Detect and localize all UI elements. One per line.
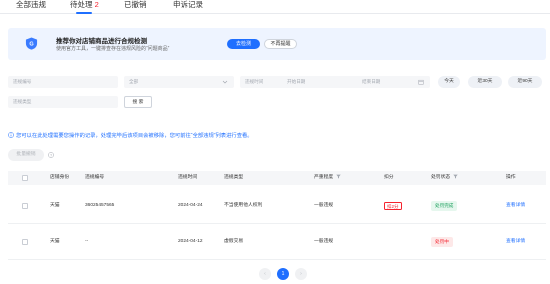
start-date-placeholder: 开始日期 <box>287 79 306 84</box>
last-30-days-button[interactable]: 近30天 <box>468 76 502 88</box>
status-badge: 处罚中 <box>431 237 453 247</box>
table-header: 店铺身份 违规编号 违规时间 违规类型 严重程度 扣分 处罚状态 操作 <box>8 171 546 185</box>
header-score: 扣分 <box>384 175 394 180</box>
violation-no-cell: 36025457565 <box>85 203 115 208</box>
status-badge: 处罚完成 <box>431 201 458 211</box>
header-shop: 店铺身份 <box>50 175 70 180</box>
score-badge: 扣2分 <box>384 202 402 210</box>
svg-text:G: G <box>29 42 33 48</box>
shield-check-icon: G <box>25 37 38 50</box>
active-tab-indicator <box>76 12 92 14</box>
shop-cell: 天猫 <box>50 239 60 244</box>
prev-page-button[interactable]: ‹ <box>259 268 271 280</box>
tab-revoked[interactable]: 已撤销 <box>124 0 147 10</box>
pending-count: 2 <box>94 0 99 9</box>
violation-time-range[interactable]: 违规时间 开始日期 结束日期 <box>240 76 430 88</box>
status-select-value: 全部 <box>129 79 139 84</box>
filter-icon[interactable] <box>453 174 458 179</box>
violation-type-cell: 不当使用他人权利 <box>224 203 263 208</box>
search-button[interactable]: 搜 索 <box>124 96 152 108</box>
next-page-button[interactable]: › <box>295 268 307 280</box>
header-status-label: 处罚状态 <box>431 175 451 180</box>
row-checkbox[interactable] <box>22 239 28 245</box>
violation-no-cell: -- <box>85 239 89 244</box>
dismiss-reminder-button[interactable]: 不再提醒 <box>264 39 297 49</box>
violation-time-cell: 2024-04-12 <box>178 239 203 244</box>
today-button[interactable]: 今天 <box>438 76 460 88</box>
violation-time-label: 违规时间 <box>245 79 264 84</box>
end-date-placeholder: 结束日期 <box>362 79 381 84</box>
header-status[interactable]: 处罚状态 <box>431 171 458 185</box>
table-row: 天猫 -- 2024-04-12 虚假交易 一般违规 处罚中 查看详情 <box>8 224 546 260</box>
go-check-button[interactable]: 去检测 <box>227 39 260 49</box>
tab-label: 申诉记录 <box>173 0 203 9</box>
batch-revoke-button[interactable]: 批量撤销 <box>8 149 44 161</box>
header-violation-type: 违规类型 <box>224 175 244 180</box>
severity-cell: 一般违规 <box>314 239 334 244</box>
violation-tabs: 全部违规 待处理 2 已撤销 申诉记录 <box>0 0 550 14</box>
calendar-icon <box>418 79 424 85</box>
banner-title: 推荐你对店铺商品进行合规检测 <box>56 38 147 45</box>
banner-description: 使用官方工具，一键排查存在违规风险的“问题商品” <box>56 46 170 52</box>
chevron-down-icon <box>222 80 228 84</box>
tab-pending[interactable]: 待处理 2 <box>70 0 99 10</box>
last-90-days-button[interactable]: 近90天 <box>508 76 542 88</box>
select-all-checkbox[interactable] <box>22 175 28 181</box>
violation-type-placeholder: 违规类型 <box>13 99 32 104</box>
tab-all-violations[interactable]: 全部违规 <box>16 0 46 10</box>
header-severity-label: 严重程度 <box>314 175 334 180</box>
header-violation-no: 违规编号 <box>85 175 105 180</box>
violation-type-input[interactable]: 违规类型 <box>8 96 118 108</box>
view-details-link[interactable]: 查看详情 <box>506 224 525 260</box>
page-1-button[interactable]: 1 <box>277 268 289 280</box>
view-details-link[interactable]: 查看详情 <box>506 188 525 224</box>
table-row: 天猫 36025457565 2024-04-24 不当使用他人权利 一般违规 … <box>8 188 546 224</box>
shop-cell: 天猫 <box>50 203 60 208</box>
tab-label: 全部违规 <box>16 0 46 9</box>
help-icon[interactable]: ? <box>48 152 54 158</box>
status-select[interactable]: 全部 <box>124 76 234 88</box>
tab-label: 待处理 <box>70 0 93 9</box>
info-note-text: 您可以在此处理需要您操作的记录，处理完毕后该项目会被移除，您可前往“全部违规”列… <box>16 133 253 139</box>
violation-time-cell: 2024-04-24 <box>178 203 203 208</box>
violation-type-cell: 虚假交易 <box>224 239 244 244</box>
violation-no-input[interactable]: 违规编号 <box>8 76 118 88</box>
header-severity[interactable]: 严重程度 <box>314 171 341 185</box>
svg-text:?: ? <box>50 153 52 157</box>
row-checkbox[interactable] <box>22 203 28 209</box>
filter-icon[interactable] <box>336 174 341 179</box>
violation-no-placeholder: 违规编号 <box>13 79 32 84</box>
info-icon <box>8 132 14 138</box>
tab-appeal-records[interactable]: 申诉记录 <box>173 0 203 10</box>
info-note: 您可以在此处理需要您操作的记录，处理完毕后该项目会被移除，您可前往“全部违规”列… <box>8 131 253 139</box>
tab-label: 已撤销 <box>124 0 147 9</box>
compliance-banner: G 推荐你对店铺商品进行合规检测 使用官方工具，一键排查存在违规风险的“问题商品… <box>8 28 546 60</box>
header-violation-time: 违规时间 <box>178 175 198 180</box>
header-action: 操作 <box>506 175 516 180</box>
severity-cell: 一般违规 <box>314 203 334 208</box>
